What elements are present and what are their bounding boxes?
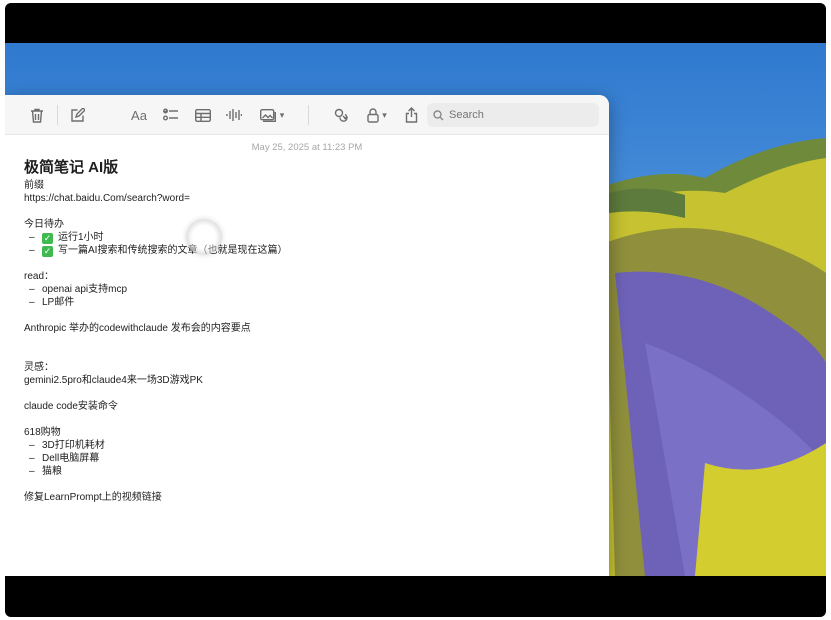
checkmark-icon[interactable]: ✓ — [42, 246, 53, 257]
compose-icon — [71, 108, 85, 122]
todo-label: 写一篇AI搜索和传统搜索的文章（也就是现在这篇） — [58, 245, 288, 256]
todo-label: 运行1小时 — [58, 232, 104, 243]
format-button[interactable]: Aa — [128, 103, 150, 127]
cursor-highlight — [186, 219, 222, 255]
note-link: https://chat.baidu.Com/search?word= — [24, 193, 190, 204]
search-field[interactable] — [427, 103, 599, 127]
note-line: 灵感： — [24, 362, 54, 373]
note-date: May 25, 2025 at 11:23 PM — [251, 142, 363, 153]
note-body[interactable]: 极简笔记 AI版 前缀 https://chat.baidu.Com/searc… — [24, 158, 594, 504]
waveform-icon — [226, 109, 242, 121]
search-icon — [433, 109, 444, 120]
checkmark-icon[interactable]: ✓ — [42, 233, 53, 244]
new-note-button[interactable] — [68, 103, 88, 127]
note-line: read： — [24, 271, 55, 282]
desktop: Aa ▾ ▾ Search May 25, 2025 at 11:23 PM 极… — [5, 43, 826, 576]
list-label: 3D打印机耗材 — [42, 440, 105, 451]
bullet: – — [29, 453, 35, 464]
bullet: – — [29, 284, 35, 295]
note-line: Anthropic 举办的codewithclaude 发布会的内容要点 — [24, 323, 251, 334]
trash-icon — [31, 108, 43, 123]
list-label: LP邮件 — [42, 297, 75, 308]
media-button[interactable]: ▾ — [256, 103, 288, 127]
checklist-icon — [163, 108, 178, 121]
link-icon — [334, 108, 348, 122]
todo-item: – ✓ 写一篇AI搜索和传统搜索的文章（也就是现在这篇） — [24, 244, 594, 257]
audio-button[interactable] — [224, 103, 244, 127]
bullet: – — [29, 232, 35, 243]
note-line: claude code安装命令 — [24, 401, 118, 412]
collaborate-button[interactable] — [331, 103, 351, 127]
note-title: 极简笔记 AI版 — [24, 159, 119, 176]
photo-icon — [259, 108, 276, 122]
list-item: – 猫粮 — [24, 465, 594, 478]
bullet: – — [29, 245, 35, 256]
note-line: gemini2.5pro和claude4来一场3D游戏PK — [24, 375, 203, 386]
list-label: 猫粮 — [42, 466, 62, 477]
note-line: 修复LearnPrompt上的视频链接 — [24, 492, 162, 503]
video-frame: Aa ▾ ▾ Search May 25, 2025 at 11:23 PM 极… — [5, 3, 826, 617]
todo-item: – ✓ 运行1小时 — [24, 231, 594, 244]
search-input[interactable] — [449, 109, 589, 121]
note-line: 618购物 — [24, 427, 61, 438]
note-line: 今日待办 — [24, 219, 64, 230]
list-label: Dell电脑屏幕 — [42, 453, 100, 464]
list-item: –3D打印机耗材 — [24, 439, 594, 452]
bullet: – — [29, 466, 35, 477]
table-button[interactable] — [193, 103, 213, 127]
share-button[interactable] — [401, 103, 421, 127]
table-icon — [195, 108, 211, 122]
list-item: – LP邮件 — [24, 296, 594, 309]
share-icon — [405, 107, 417, 123]
text-format-icon: Aa — [131, 107, 147, 123]
note-line: 前缀 — [24, 180, 44, 191]
toolbar: Aa ▾ ▾ Search — [5, 95, 609, 135]
chevron-down-icon: ▾ — [279, 109, 285, 120]
list-item: – Dell电脑屏幕 — [24, 452, 594, 465]
delete-button[interactable] — [27, 103, 47, 127]
notes-window: Aa ▾ ▾ Search May 25, 2025 at 11:23 PM 极… — [5, 95, 609, 576]
bullet: – — [29, 297, 35, 308]
lock-icon — [367, 107, 379, 123]
bullet: – — [29, 440, 35, 451]
chevron-down-icon: ▾ — [382, 109, 387, 120]
list-item: – openai api支持mcp — [24, 283, 594, 296]
lock-button[interactable]: ▾ — [363, 103, 391, 127]
checklist-button[interactable] — [161, 103, 181, 127]
list-label: openai api支持mcp — [42, 284, 128, 295]
